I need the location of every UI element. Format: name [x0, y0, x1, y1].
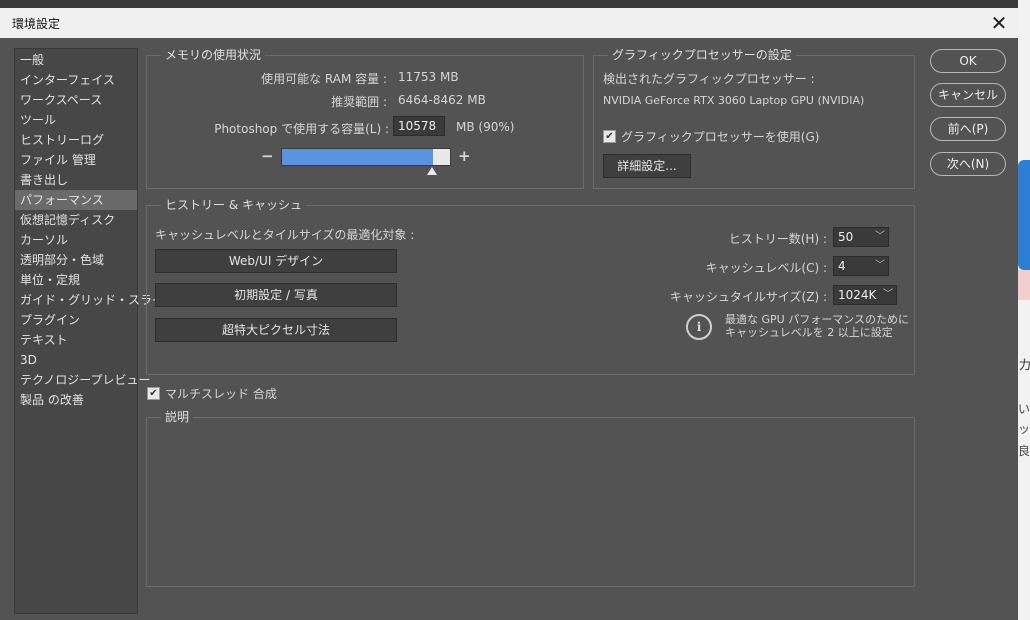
category-sidebar: 一般 インターフェイス ワークスペース ツール ヒストリーログ ファイル 管理 書き出し パフ… — [14, 48, 176, 614]
sidebar-item[interactable]: ファイル 管理 — [15, 150, 137, 170]
sidebar-item[interactable]: 一般 — [15, 50, 137, 70]
sidebar-item[interactable]: 書き出し — [15, 170, 137, 190]
gpu-settings-group: グラフィックプロセッサーの設定 検出されたグラフィックプロセッサー : NVID… — [593, 48, 915, 189]
background-text: カ — [1018, 358, 1030, 374]
chevron-down-icon: ﹀ — [875, 231, 885, 242]
slider-increase-button[interactable]: + — [458, 147, 471, 165]
gpu-name: NVIDIA GeForce RTX 3060 Laptop GPU (NVID… — [603, 94, 865, 107]
huge-pixel-dimensions-button[interactable]: 超特大ピクセル寸法 — [155, 318, 397, 342]
cache-tile-size-label: キャッシュタイルサイズ(Z) : — [669, 290, 827, 304]
sidebar-item[interactable]: 製品 の改善 — [15, 390, 137, 410]
memory-usage-group: メモリの使用状況 使用可能な RAM 容量 : 11753 MB 推奨範囲 : … — [146, 48, 584, 189]
photoshop-ram-label: Photoshop で使用する容量(L) : — [214, 122, 389, 136]
sidebar-item[interactable]: ワークスペース — [15, 90, 137, 110]
cache-levels-value: 4 — [838, 259, 846, 273]
background-blue-shape — [1018, 160, 1030, 270]
available-ram-value: 11753 MB — [398, 70, 459, 84]
sidebar-item[interactable]: 仮想記憶ディスク — [15, 210, 137, 230]
background-app-bar — [0, 0, 1030, 8]
cache-tile-size-select[interactable]: 1024K ﹀ — [833, 285, 897, 305]
detected-gpu-label: 検出されたグラフィックプロセッサー : — [603, 72, 815, 86]
description-title: 説明 — [161, 410, 194, 425]
ideal-range-label: 推奨範囲 : — [331, 95, 387, 109]
background-app-page: カ い ッ 良し — [1018, 0, 1030, 620]
advanced-settings-button[interactable]: 詳細設定... — [603, 154, 691, 178]
ok-button[interactable]: OK — [930, 49, 1006, 73]
sidebar-item[interactable]: 3D — [15, 350, 137, 370]
next-button[interactable]: 次へ(N) — [930, 152, 1006, 176]
sidebar-item[interactable]: カーソル — [15, 230, 137, 250]
gpu-settings-title: グラフィックプロセッサーの設定 — [608, 48, 796, 63]
cache-levels-label: キャッシュレベル(C) : — [705, 261, 827, 275]
info-icon: i — [686, 314, 712, 340]
multithread-label: マルチスレッド 合成 — [165, 387, 277, 401]
photoshop-ram-input[interactable]: 10578 — [393, 116, 445, 136]
history-states-select[interactable]: 50 ﹀ — [833, 227, 889, 247]
memory-slider[interactable] — [281, 148, 451, 166]
memory-usage-title: メモリの使用状況 — [161, 48, 266, 63]
photoshop-ram-unit: MB (90%) — [456, 120, 515, 134]
history-states-value: 50 — [838, 230, 854, 244]
slider-decrease-button[interactable]: − — [261, 147, 274, 165]
history-states-label: ヒストリー数(H) : — [728, 232, 827, 246]
web-ui-design-button[interactable]: Web/UI デザイン — [155, 249, 397, 273]
previous-button[interactable]: 前へ(P) — [930, 117, 1006, 141]
sidebar-item[interactable]: ツール — [15, 110, 137, 130]
background-text: 良し — [1018, 444, 1030, 458]
sidebar-item[interactable]: テクノロジープレビュー — [15, 370, 151, 390]
sidebar-item[interactable]: ガイド・グリッド・スライス — [15, 290, 176, 310]
description-group: 説明 — [146, 410, 915, 587]
history-cache-title: ヒストリー & キャッシュ — [161, 198, 306, 213]
use-gpu-label: グラフィックプロセッサーを使用(G) — [621, 130, 820, 144]
preferences-dialog: 環境設定 ✕ 一般 インターフェイス ワークスペース ツール ヒストリーログ ファイル 管… — [0, 8, 1018, 620]
chevron-down-icon: ﹀ — [875, 260, 885, 271]
info-line-2: キャッシュレベルを 2 以上に設定 — [725, 326, 893, 339]
close-icon[interactable]: ✕ — [986, 10, 1012, 36]
sidebar-item[interactable]: パフォーマンス — [15, 190, 137, 210]
sidebar-item[interactable]: 透明部分・色域 — [15, 250, 137, 270]
dialog-title: 環境設定 — [12, 17, 61, 31]
ideal-range-value: 6464-8462 MB — [398, 93, 486, 107]
optimize-label: キャッシュレベルとタイルサイズの最適化対象 : — [155, 228, 415, 242]
background-pink-shape — [1018, 270, 1030, 300]
cache-tile-size-value: 1024K — [838, 288, 877, 302]
sidebar-item[interactable]: プラグイン — [15, 310, 137, 330]
title-bar: 環境設定 ✕ — [0, 8, 1018, 38]
slider-thumb-icon[interactable] — [427, 167, 437, 175]
use-gpu-checkbox[interactable]: ✔ — [603, 130, 616, 143]
multithread-checkbox[interactable]: ✔ — [147, 387, 160, 400]
chevron-down-icon: ﹀ — [883, 289, 893, 300]
cache-levels-select[interactable]: 4 ﹀ — [833, 256, 889, 276]
available-ram-label: 使用可能な RAM 容量 : — [261, 72, 387, 86]
default-photos-button[interactable]: 初期設定 / 写真 — [155, 283, 397, 307]
history-cache-group: ヒストリー & キャッシュ キャッシュレベルとタイルサイズの最適化対象 : We… — [146, 198, 915, 375]
sidebar-item[interactable]: ヒストリーログ — [15, 130, 137, 150]
cancel-button[interactable]: キャンセル — [930, 83, 1006, 107]
sidebar-item[interactable]: 単位・定規 — [15, 270, 137, 290]
background-text: い — [1018, 402, 1030, 416]
background-text: ッ — [1018, 422, 1030, 436]
sidebar-item[interactable]: テキスト — [15, 330, 137, 350]
sidebar-item[interactable]: インターフェイス — [15, 70, 137, 90]
memory-slider-fill — [282, 149, 433, 165]
